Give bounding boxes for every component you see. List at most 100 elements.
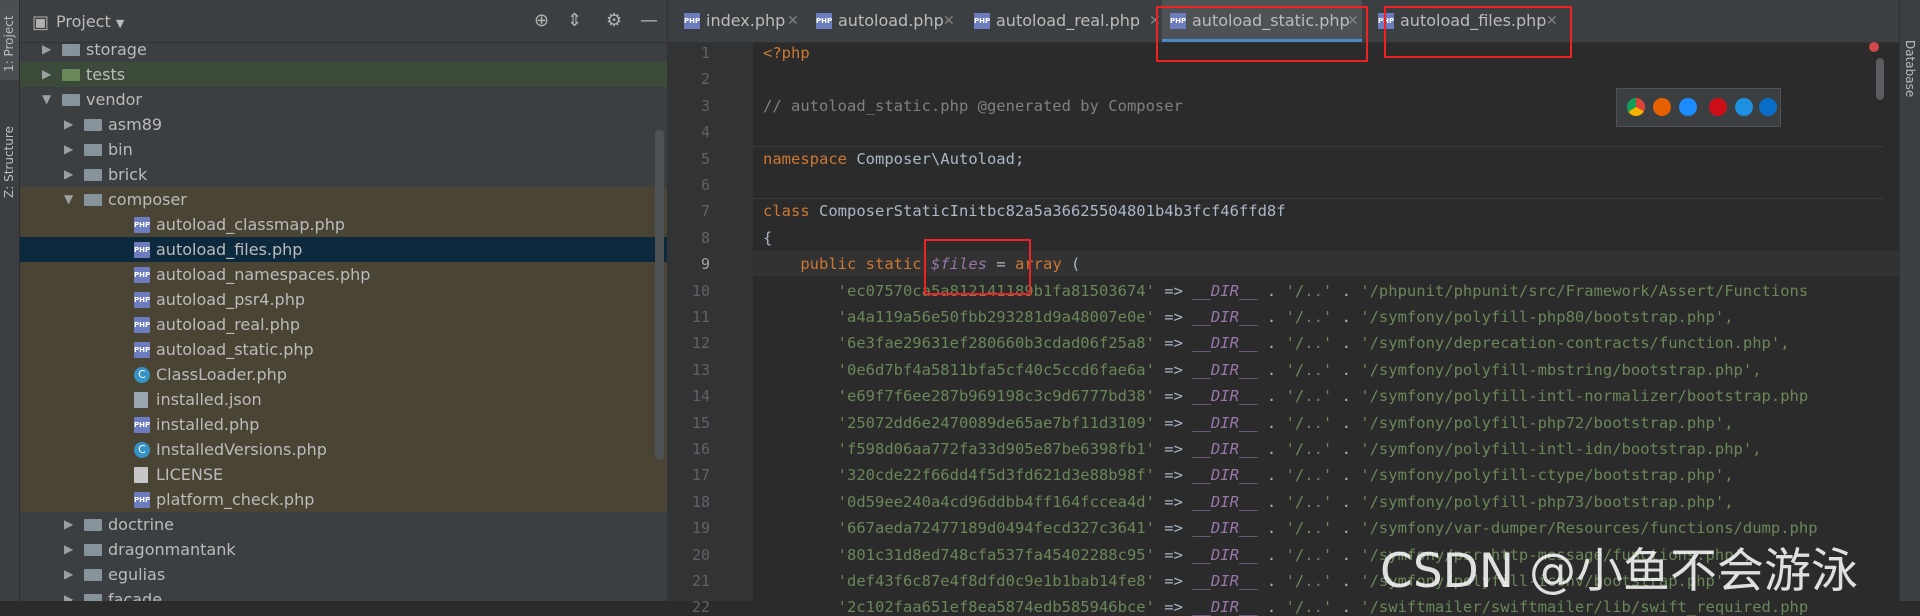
edge-icon[interactable] — [1759, 98, 1777, 116]
tree-item-label: storage — [86, 40, 147, 59]
chevron-right-icon[interactable]: ▶ — [64, 587, 76, 601]
php-file-icon: PHP — [134, 342, 150, 358]
close-icon[interactable]: ✕ — [943, 0, 955, 42]
line-number: 1 — [700, 44, 710, 62]
code-line[interactable]: 'e69f7f6ee287b969198c3c9d6777bd38' => __… — [763, 387, 1809, 405]
tree-item-label: tests — [86, 65, 126, 84]
code-line[interactable]: '0d59ee240a4cd96ddbb4ff164fccea4d' => __… — [763, 493, 1734, 511]
safari-icon[interactable] — [1679, 98, 1697, 116]
tool-window-strip-left: 1: Project Z: Structure — [0, 0, 20, 601]
tree-scrollbar[interactable] — [655, 130, 664, 460]
chevron-down-icon[interactable]: ▼ — [42, 87, 54, 112]
tree-item[interactable]: ▼ vendor — [20, 87, 667, 112]
tree-item[interactable]: ▶ egulias — [20, 562, 667, 587]
php-file-icon: PHP — [134, 317, 150, 333]
tree-item[interactable]: PHP autoload_static.php — [20, 337, 667, 362]
tab-autoload-real-php[interactable]: PHP autoload_real.php ✕ — [966, 0, 1162, 42]
tree-item[interactable]: C InstalledVersions.php — [20, 437, 667, 462]
tab-label: autoload.php — [838, 11, 944, 30]
code-line[interactable]: 'f598d06aa772fa33d905e87be6398fb1' => __… — [763, 440, 1762, 458]
tree-item[interactable]: PHP installed.php — [20, 412, 667, 437]
tab-index-php[interactable]: PHP index.php ✕ — [676, 0, 800, 42]
chevron-right-icon[interactable]: ▶ — [64, 137, 76, 162]
code-line[interactable]: namespace Composer\Autoload; — [763, 150, 1024, 168]
tool-window-strip-right: Database — [1899, 0, 1920, 601]
code-line[interactable]: '25072dd6e2470089de65ae7bf11d3109' => __… — [763, 414, 1734, 432]
error-indicator-icon[interactable] — [1869, 42, 1879, 52]
tree-item-label: vendor — [86, 90, 142, 109]
tree-item[interactable]: ▶ facade — [20, 587, 667, 601]
code-line[interactable]: '320cde22f66dd4f5d3fd621d3e88b98f' => __… — [763, 466, 1734, 484]
tree-item[interactable]: ▶ asm89 — [20, 112, 667, 137]
opera-icon[interactable] — [1709, 98, 1727, 116]
tree-item-label: autoload_psr4.php — [156, 290, 305, 309]
tree-item[interactable]: ▶ dragonmantank — [20, 537, 667, 562]
folder-icon — [62, 94, 80, 106]
tool-tab-project[interactable]: 1: Project — [0, 0, 19, 80]
tree-item[interactable]: ▶ tests — [20, 62, 667, 87]
line-number: 4 — [700, 123, 710, 142]
tree-item-label: autoload_static.php — [156, 340, 314, 359]
tree-item-label: autoload_namespaces.php — [156, 265, 371, 284]
chevron-right-icon[interactable]: ▶ — [64, 162, 76, 187]
line-number-gutter: 1 2 3 4 5 6 7 8 9 10 11 12 13 14 15 16 17 18 19 20 21 22 — [668, 42, 753, 616]
tree-item[interactable]: PHP autoload_real.php — [20, 312, 667, 337]
code-line[interactable]: <?php — [763, 44, 810, 62]
line-number: 18 — [691, 492, 710, 511]
hide-panel-icon[interactable]: — — [640, 12, 658, 30]
chevron-right-icon[interactable]: ▶ — [64, 537, 76, 562]
firefox-icon[interactable] — [1653, 98, 1671, 116]
tree-item[interactable]: PHP autoload_psr4.php — [20, 287, 667, 312]
line-number: 15 — [691, 413, 710, 432]
close-icon[interactable]: ✕ — [787, 0, 799, 42]
code-line[interactable]: '2c102faa651ef8ea5874edb585946bce' => __… — [763, 598, 1809, 616]
code-line[interactable]: 'ec07570ca5a812141189b1fa81503674' => __… — [763, 282, 1809, 300]
chrome-icon[interactable] — [1627, 98, 1645, 116]
line-number: 19 — [691, 519, 710, 538]
code-line[interactable]: '6e3fae29631ef280660b3cdad06f25a8' => __… — [763, 334, 1790, 352]
tree-item-label: asm89 — [108, 115, 163, 134]
tool-tab-database[interactable]: Database — [1903, 40, 1917, 97]
tree-item[interactable]: ▶ doctrine — [20, 512, 667, 537]
line-number: 13 — [691, 360, 710, 379]
tree-item[interactable]: PHP autoload_files.php — [20, 237, 667, 262]
tool-tab-structure[interactable]: Z: Structure — [0, 118, 19, 198]
tree-item[interactable]: installed.json — [20, 387, 667, 412]
tree-item[interactable]: LICENSE — [20, 462, 667, 487]
code-line[interactable]: 'a4a119a56e50fbb293281d9a48007e0e' => __… — [763, 308, 1734, 326]
gear-icon[interactable]: ⚙ — [606, 12, 622, 30]
project-view-selector[interactable]: Project ▼ — [56, 12, 124, 31]
chevron-right-icon[interactable]: ▶ — [64, 112, 76, 137]
code-line[interactable]: class ComposerStaticInitbc82a5a366255048… — [763, 202, 1286, 220]
code-line[interactable]: { — [763, 229, 772, 247]
tree-item[interactable]: PHP autoload_namespaces.php — [20, 262, 667, 287]
line-number: 5 — [700, 149, 710, 168]
internet-explorer-icon[interactable] — [1735, 98, 1753, 116]
folder-icon — [84, 144, 102, 156]
code-line[interactable]: public static $files = array ( — [763, 255, 1080, 273]
editor-scrollbar[interactable] — [1876, 58, 1884, 100]
folder-icon — [84, 169, 102, 181]
code-line[interactable]: '0e6d7bf4a5811bfa5cf40c5ccd6fae6a' => __… — [763, 361, 1762, 379]
tree-item[interactable]: ▶ storage — [20, 37, 667, 62]
tree-item[interactable]: PHP platform_check.php — [20, 487, 667, 512]
chevron-right-icon[interactable]: ▶ — [64, 562, 76, 587]
chevron-right-icon[interactable]: ▶ — [64, 512, 76, 537]
tree-item[interactable]: PHP autoload_classmap.php — [20, 212, 667, 237]
code-line[interactable]: // autoload_static.php @generated by Com… — [763, 97, 1183, 115]
folder-icon — [84, 119, 102, 131]
folder-icon — [84, 519, 102, 531]
php-file-icon: PHP — [816, 13, 832, 29]
tree-item[interactable]: ▶ brick — [20, 162, 667, 187]
locate-icon[interactable]: ⊕ — [534, 12, 549, 30]
chevron-down-icon[interactable]: ▼ — [64, 187, 76, 212]
chevron-right-icon[interactable]: ▶ — [42, 37, 54, 62]
folder-icon — [62, 44, 80, 56]
tree-item[interactable]: C ClassLoader.php — [20, 362, 667, 387]
chevron-right-icon[interactable]: ▶ — [42, 62, 54, 87]
tab-autoload-php[interactable]: PHP autoload.php ✕ — [808, 0, 958, 42]
tree-item[interactable]: ▼ composer — [20, 187, 667, 212]
line-number: 6 — [700, 176, 710, 194]
tree-item[interactable]: ▶ bin — [20, 137, 667, 162]
collapse-all-icon[interactable]: ⇕ — [567, 12, 582, 30]
